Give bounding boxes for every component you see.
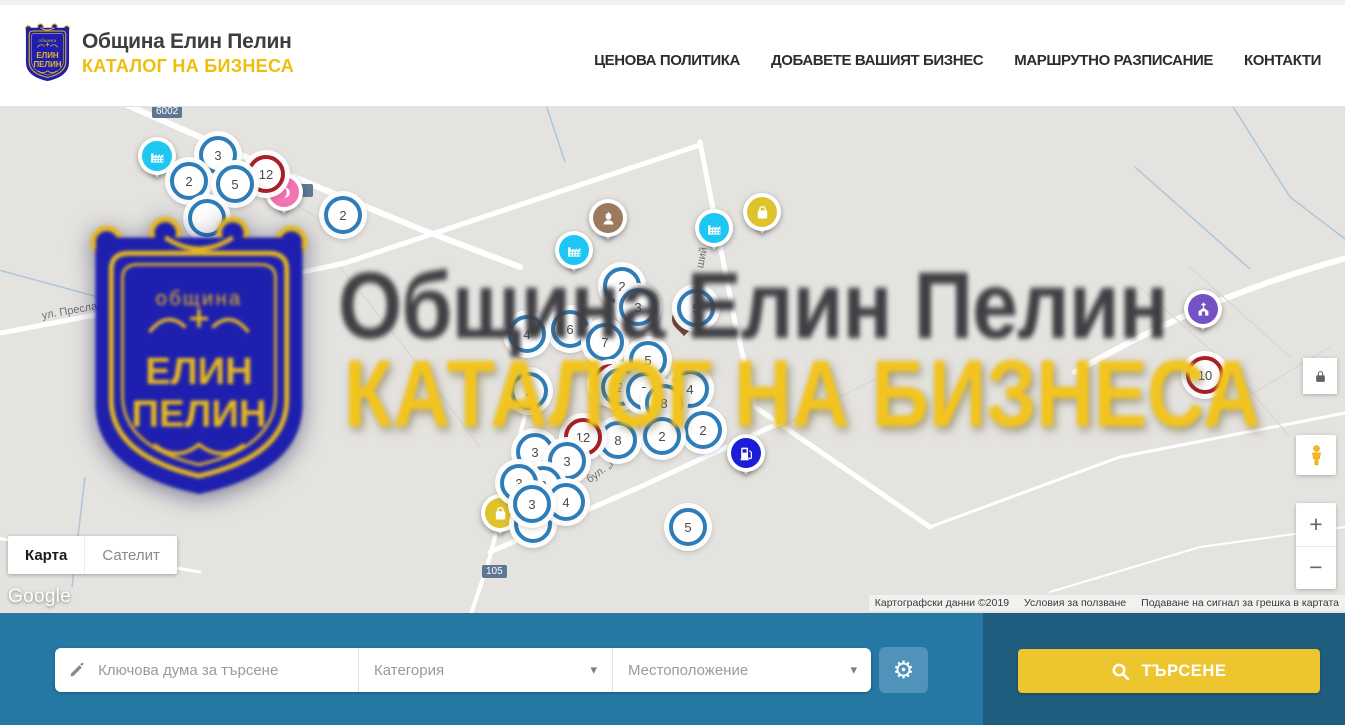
emblem-line1: ЕЛИН — [36, 51, 59, 60]
nav-item-pricing[interactable]: ЦЕНОВА ПОЛИТИКА — [594, 52, 740, 69]
emblem-line2: ПЕЛИН — [33, 60, 61, 69]
map-cluster-marker[interactable]: 5 — [216, 165, 254, 203]
map-type-map-button[interactable]: Карта — [8, 536, 84, 574]
search-button-label: ТЪРСЕНЕ — [1141, 662, 1226, 681]
emblem-top-text: община — [38, 38, 56, 43]
map-cluster-marker[interactable]: 5 — [669, 508, 707, 546]
map-cluster-marker[interactable]: 2 — [170, 162, 208, 200]
location-dropdown[interactable]: Местоположение ▾ — [612, 648, 872, 692]
nav-item-add-business[interactable]: ДОБАВЕТЕ ВАШИЯТ БИЗНЕС — [771, 52, 983, 69]
header: община ЕЛИН ПЕЛИН Община Елин Пелин КАТА… — [0, 0, 1345, 107]
zoom-in-button[interactable]: + — [1296, 503, 1336, 547]
watermark-subtitle: КАТАЛОГ НА БИЗНЕСА — [344, 340, 1260, 449]
watermark-emblem: община ЕЛИН ПЕЛИН — [85, 215, 313, 503]
map-cluster-marker[interactable]: 4 — [547, 483, 585, 521]
chevron-down-icon: ▾ — [850, 662, 857, 678]
brand-subtitle: КАТАЛОГ НА БИЗНЕСА — [82, 56, 294, 77]
watermark-emblem-line2: ПЕЛИН — [132, 393, 267, 436]
google-logo[interactable]: Google — [8, 586, 71, 608]
zoom-out-button[interactable]: − — [1296, 547, 1336, 590]
nav-item-route-schedule[interactable]: МАРШРУТНО РАЗПИСАНИЕ — [1014, 52, 1213, 69]
municipality-emblem-logo: община ЕЛИН ПЕЛИН — [24, 23, 71, 83]
keyword-section — [55, 648, 358, 692]
map-cluster-marker[interactable]: 3 — [513, 485, 551, 523]
zoom-control: + − — [1296, 503, 1336, 589]
chevron-down-icon: ▾ — [590, 662, 597, 678]
watermark-emblem-top-text: община — [156, 288, 243, 310]
street-view-pegman-button[interactable] — [1296, 435, 1336, 475]
attribution-copyright: Картографски данни ©2019 — [875, 597, 1009, 609]
map-pin-church[interactable] — [1184, 290, 1222, 340]
lock-icon — [1314, 369, 1327, 384]
pencil-icon — [69, 661, 85, 679]
keyword-search-input[interactable] — [96, 661, 358, 680]
map-pin-worker[interactable] — [589, 199, 627, 249]
brand-title: Община Елин Пелин — [82, 30, 294, 54]
gear-icon: ⚙ — [893, 656, 915, 685]
search-bar: Категория ▾ Местоположение ▾ ⚙ ТЪРСЕНЕ — [0, 613, 1345, 725]
map-pin-bag[interactable] — [743, 193, 781, 243]
map-type-satellite-button[interactable]: Сателит — [84, 536, 177, 574]
nav-item-contacts[interactable]: КОНТАКТИ — [1244, 52, 1321, 69]
map-attribution: Картографски данни ©2019 Условия за полз… — [869, 595, 1345, 611]
attribution-report-error-link[interactable]: Подаване на сигнал за грешка в картата — [1141, 597, 1339, 609]
search-icon — [1111, 662, 1130, 681]
map-cluster-marker[interactable]: 2 — [324, 196, 362, 234]
google-map[interactable]: 6002105ул. Преславбул. „Новоселший 32125… — [0, 107, 1345, 613]
map-type-control: Карта Сателит — [8, 536, 177, 574]
watermark-emblem-line1: ЕЛИН — [145, 350, 252, 393]
advanced-settings-button[interactable]: ⚙ — [879, 647, 928, 693]
main-nav: ЦЕНОВА ПОЛИТИКА ДОБАВЕТЕ ВАШИЯТ БИЗНЕС М… — [594, 38, 1321, 69]
category-dropdown[interactable]: Категория ▾ — [358, 648, 612, 692]
brand[interactable]: община ЕЛИН ПЕЛИН Община Елин Пелин КАТА… — [24, 23, 294, 83]
lock-button[interactable] — [1303, 358, 1337, 394]
pegman-icon — [1305, 444, 1328, 467]
search-box: Категория ▾ Местоположение ▾ — [55, 648, 871, 692]
attribution-terms-link[interactable]: Условия за ползване — [1024, 597, 1126, 609]
category-dropdown-label: Категория — [374, 662, 444, 679]
location-dropdown-label: Местоположение — [628, 662, 748, 679]
search-button[interactable]: ТЪРСЕНЕ — [1018, 649, 1320, 693]
